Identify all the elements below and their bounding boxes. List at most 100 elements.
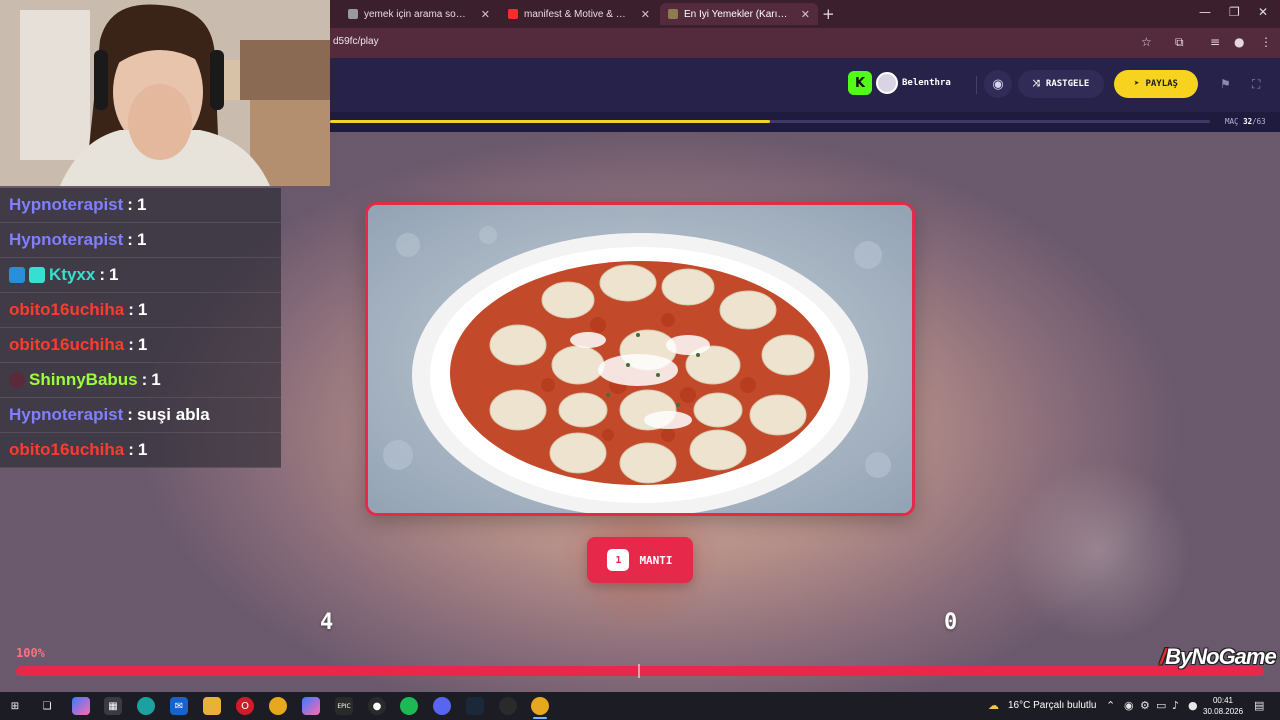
youtube-icon [508,9,518,19]
webcam-image [0,0,330,186]
chat-message: obito16uchiha:1 [0,293,281,328]
chat-username: Hypnoterapist [9,230,124,249]
media-control-icon[interactable]: ≡ [1210,35,1220,49]
send-icon: ➤ [1134,79,1140,89]
tab-title: manifest & Motive & Pango - p [524,8,631,20]
timer-percent: 100% [16,646,45,660]
score-right: 0 [944,610,958,635]
tray-app-icon[interactable]: ◉ [1124,699,1134,712]
minimize-icon[interactable]: — [1199,5,1211,19]
volume-icon[interactable]: ♪ [1172,699,1179,712]
chat-text: 1 [136,230,147,249]
network-icon[interactable]: ▭ [1156,699,1166,712]
github-icon[interactable] [499,697,517,715]
tab-favicon-icon [668,9,678,19]
match-current: 32 [1243,117,1253,126]
chat-text: 1 [137,335,148,354]
bookmark-star-icon[interactable]: ☆ [1141,35,1152,49]
chrome-icon[interactable] [269,697,287,715]
tab-title: En İyi Yemekler (Karışık) - Tier Li [684,8,791,20]
chat-text: 1 [137,440,148,459]
chat-message: ShinnyBabus:1 [0,363,281,398]
epic-games-icon[interactable]: EPIC [335,697,353,715]
copilot-pwa-icon[interactable] [302,697,320,715]
show-hidden-icons-icon[interactable]: ⌃ [1106,699,1115,712]
chat-message: Hypnoterapist: suşi abla [0,398,281,433]
chrome-active-icon[interactable] [531,697,549,715]
copilot-icon[interactable] [72,697,90,715]
chat-text: 1 [136,195,147,214]
weather-icon: ☁ [988,699,999,712]
profile-icon[interactable]: ● [1234,35,1244,49]
close-tab-icon[interactable]: ✕ [481,8,490,21]
restore-icon[interactable]: ❐ [1229,5,1240,19]
chat-separator: : [128,300,134,319]
user-name: Belenthra [902,78,951,88]
chat-username: Hypnoterapist [9,405,124,424]
extensions-icon[interactable]: ⧉ [1175,35,1184,50]
store-icon[interactable]: ▦ [104,697,122,715]
flag-icon[interactable]: ⚑ [1220,77,1231,91]
streamer-webcam [0,0,330,186]
match-label: MAÇ [1225,117,1239,126]
new-tab-button[interactable]: + [822,5,835,23]
url-text[interactable]: d59fc/play [333,36,379,47]
chat-text: suşi abla [136,405,210,424]
active-app-indicator [533,717,547,719]
chat-username: obito16uchiha [9,440,125,459]
microphone-icon[interactable]: ● [1188,699,1198,712]
match-counter: MAÇ 32/63 [1225,117,1266,126]
file-explorer-icon[interactable] [203,697,221,715]
chat-username: ShinnyBabus [29,370,138,389]
share-button[interactable]: ➤ PAYLAŞ [1114,70,1198,98]
fullscreen-icon[interactable]: ⛶ [1252,77,1260,92]
browser-tab-2[interactable]: manifest & Motive & Pango - p ✕ [500,3,658,25]
answer-label: MANTI [639,553,673,567]
system-clock[interactable]: 00:41 30.08.2026 [1203,695,1243,717]
browser-tab-1[interactable]: yemek için arama sonuçları - Q ✕ [340,3,498,25]
match-progress-bar [330,120,1210,123]
chat-separator: : [141,370,148,389]
chat-message: obito16uchiha:1 [0,433,281,468]
close-tab-icon[interactable]: ✕ [801,8,810,21]
timer-bar [16,666,1264,676]
steam-icon[interactable] [466,697,484,715]
chat-username: Ktyxx [49,265,96,284]
shuffle-icon: ⤨ [1032,79,1040,89]
discord-icon[interactable] [433,697,451,715]
chat-avatar-icon [9,372,25,388]
clock-time: 00:41 [1212,696,1234,705]
close-window-icon[interactable]: ✕ [1258,5,1268,19]
chat-separator: : [128,440,134,459]
tab-favicon-icon [348,9,358,19]
close-tab-icon[interactable]: ✕ [641,8,650,21]
chat-badge-icon [9,267,25,283]
obs-icon[interactable]: ● [368,697,386,715]
eye-icon[interactable]: ◉ [984,70,1012,98]
kick-logo-icon: K [848,71,872,95]
food-image-card[interactable] [365,202,915,516]
windows-start-icon[interactable]: ⊞ [6,697,24,715]
notifications-icon[interactable]: ▤ [1254,699,1264,712]
match-total: /63 [1252,117,1266,126]
browser-tab-3[interactable]: En İyi Yemekler (Karışık) - Tier Li ✕ [660,3,818,25]
edge-icon[interactable] [137,697,155,715]
random-button[interactable]: ⤨ RASTGELE [1018,70,1104,98]
spotify-icon[interactable] [400,697,418,715]
watermark-text: ByNoGame [1165,644,1277,669]
mail-icon[interactable]: ✉ [170,697,188,715]
chat-separator: : [128,335,134,354]
weather-text[interactable]: 16°C Parçalı bulutlu [1008,700,1097,711]
chat-separator: : [127,405,133,424]
chat-separator: : [99,265,105,284]
chat-username: obito16uchiha [9,300,125,319]
answer-button[interactable]: 1 MANTI [587,537,693,583]
user-chip[interactable]: K Belenthra [848,70,966,96]
opera-icon[interactable]: O [236,697,254,715]
tray-settings-icon[interactable]: ⚙ [1140,699,1150,712]
chat-badge-icon [29,267,45,283]
answer-number: 1 [607,549,630,571]
chat-text: 1 [137,300,148,319]
task-view-icon[interactable]: ❏ [38,697,56,715]
menu-dots-icon[interactable]: ⋮ [1260,35,1272,49]
